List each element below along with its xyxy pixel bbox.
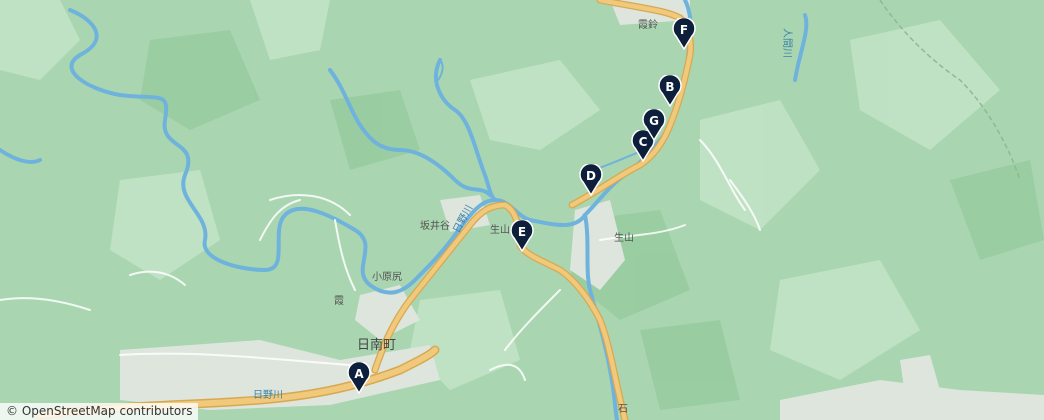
map-attribution[interactable]: © OpenStreetMap contributors bbox=[0, 403, 199, 420]
marker-label: G bbox=[649, 114, 659, 128]
place-kasumi: 霞 bbox=[334, 296, 344, 307]
map-base-layer bbox=[0, 0, 1044, 420]
place-hinan-cho: 日南町 bbox=[357, 338, 397, 353]
place-kohara-jiri: 小原尻 bbox=[372, 272, 402, 283]
place-ishi: 石 bbox=[618, 404, 628, 415]
marker-label: A bbox=[354, 367, 364, 381]
map-canvas[interactable]: 日南町 日野川 坂井谷 小原尻 霞 生山 生山 霞鈴 日野川 人間川 石 A B… bbox=[0, 0, 1044, 420]
map-marker-d[interactable]: D bbox=[578, 164, 604, 196]
map-marker-a[interactable]: A bbox=[346, 362, 372, 394]
marker-label: E bbox=[517, 225, 527, 239]
marker-label: B bbox=[665, 80, 675, 94]
place-ikuyama-east: 生山 bbox=[614, 233, 634, 244]
marker-label: F bbox=[679, 23, 689, 37]
map-marker-b[interactable]: B bbox=[657, 75, 683, 107]
place-sakaidani: 坂井谷 bbox=[420, 221, 450, 232]
map-marker-e[interactable]: E bbox=[509, 220, 535, 252]
place-ikuyama-west: 生山 bbox=[490, 225, 510, 236]
place-kiribi: 霞鈴 bbox=[638, 20, 658, 31]
place-iriai-gawa: 人間川 bbox=[781, 28, 792, 58]
map-marker-g[interactable]: G bbox=[641, 109, 667, 141]
map-marker-f[interactable]: F bbox=[671, 18, 697, 50]
marker-label: D bbox=[586, 169, 596, 183]
place-hino-gawa: 日野川 bbox=[253, 390, 283, 401]
